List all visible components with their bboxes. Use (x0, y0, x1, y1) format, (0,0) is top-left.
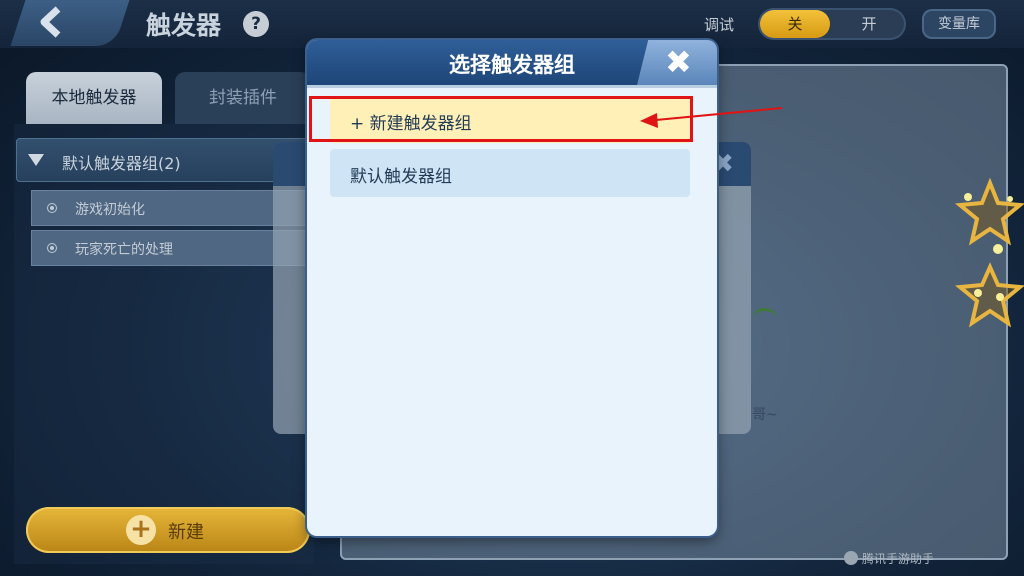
new-trigger-button[interactable]: + 新建 (26, 507, 310, 553)
help-icon[interactable]: ? (243, 11, 269, 37)
back-arrow-icon (40, 6, 61, 38)
watermark-text: 腾讯手游助手 (862, 552, 935, 566)
close-icon: ✖ (665, 43, 692, 81)
page-title: 触发器 (146, 11, 222, 40)
star-decoration-icon (954, 177, 1024, 328)
default-trigger-group-option[interactable]: 默认触发器组 (330, 149, 690, 197)
plant-decoration (752, 308, 778, 331)
trigger-item-label: 游戏初始化 (75, 202, 145, 218)
plus-icon: + (126, 515, 156, 545)
debug-toggle[interactable]: 关 开 (758, 8, 906, 40)
back-button[interactable] (10, 0, 130, 46)
debug-label: 调试 (704, 16, 735, 34)
collapse-triangle-icon (28, 154, 44, 166)
radio-dot-icon (47, 203, 57, 213)
dialog-close-button[interactable]: ✖ (637, 40, 717, 85)
highlight-box (309, 96, 693, 142)
variable-library-button[interactable]: 变量库 (922, 9, 996, 39)
list-item[interactable]: 游戏初始化 (31, 190, 311, 226)
tab-packaged-plugins[interactable]: 封装插件 (175, 72, 311, 124)
toggle-off-option[interactable]: 关 (760, 10, 830, 38)
new-button-label: 新建 (168, 522, 204, 543)
tab-local-triggers[interactable]: 本地触发器 (26, 72, 162, 124)
radio-dot-icon (47, 243, 57, 253)
trigger-group-row[interactable]: 默认触发器组(2) (16, 138, 316, 182)
option-label: 默认触发器组 (350, 167, 452, 187)
header-divider (307, 85, 717, 88)
trigger-item-label: 玩家死亡的处理 (75, 242, 173, 258)
list-item[interactable]: 玩家死亡的处理 (31, 230, 311, 266)
toggle-on-option[interactable]: 开 (834, 10, 904, 38)
watermark-logo-icon (844, 551, 858, 565)
underlying-dialog-text: 哥~ (752, 407, 778, 423)
trigger-group-label: 默认触发器组(2) (62, 154, 181, 173)
